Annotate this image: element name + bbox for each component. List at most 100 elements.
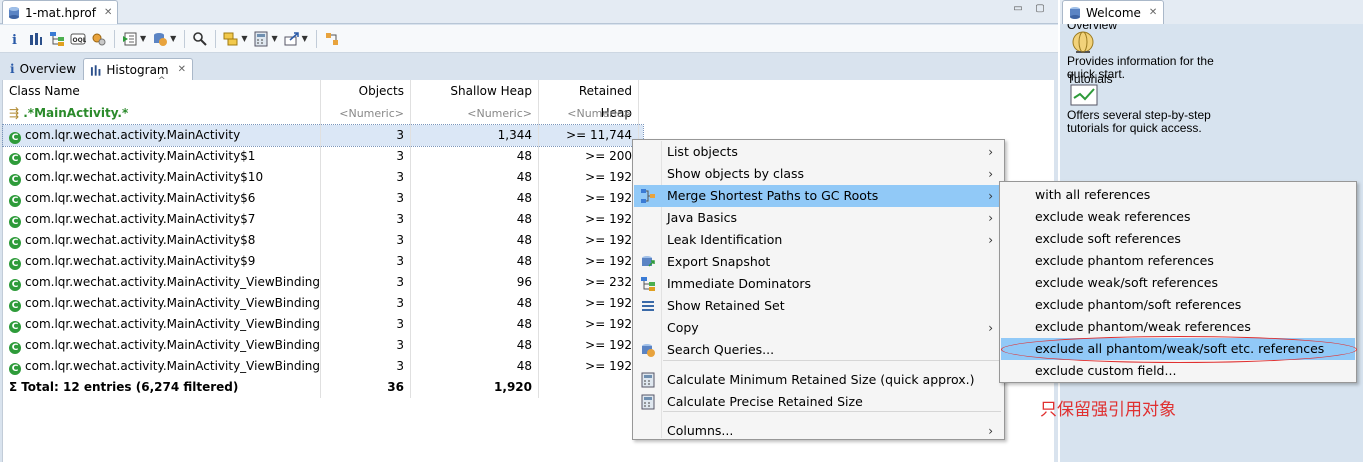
- close-icon[interactable]: ✕: [1149, 7, 1157, 18]
- shallow-heap-cell: 48: [411, 335, 539, 356]
- submenu-item-with-all-references[interactable]: with all references: [1001, 184, 1355, 206]
- search-icon[interactable]: [191, 30, 209, 48]
- objects-cell: 3: [321, 251, 411, 272]
- objects-cell: 3: [321, 293, 411, 314]
- table-row[interactable]: Ccom.lqr.wechat.activity.MainActivity$8 3…: [3, 230, 643, 251]
- menu-item-merge-shortest-paths-to-gc-roots[interactable]: Merge Shortest Paths to GC Roots ›: [634, 185, 1003, 207]
- submenu-item-exclude-custom-field[interactable]: exclude custom field...: [1001, 360, 1355, 382]
- table-row[interactable]: Ccom.lqr.wechat.activity.MainActivity$1 3…: [3, 146, 643, 167]
- submenu-item-label: exclude phantom/soft references: [1035, 297, 1242, 312]
- chevron-down-icon[interactable]: ▼: [241, 34, 247, 43]
- class-name-cell: Ccom.lqr.wechat.activity.MainActivity: [3, 125, 321, 146]
- table-row[interactable]: Ccom.lqr.wechat.activity.MainActivity$9 3…: [3, 251, 643, 272]
- file-tab[interactable]: 1-mat.hprof ✕: [2, 0, 118, 24]
- table-header: Class Name Objects Shallow Heap Retained…: [3, 76, 643, 120]
- gears-icon[interactable]: [90, 30, 108, 48]
- menu-item-show-objects-by-class[interactable]: Show objects by class ›: [634, 163, 1003, 185]
- retained-heap-cell: >= 192: [539, 335, 639, 356]
- group-by-icon[interactable]: [222, 30, 240, 48]
- menu-item-copy[interactable]: Copy ›: [634, 317, 1003, 339]
- submenu-item-exclude-weak-soft-references[interactable]: exclude weak/soft references: [1001, 272, 1355, 294]
- shallow-heap-cell: 48: [411, 251, 539, 272]
- submenu-item-exclude-phantom-soft-references[interactable]: exclude phantom/soft references: [1001, 294, 1355, 316]
- menu-item-java-basics[interactable]: Java Basics ›: [634, 207, 1003, 229]
- submenu-item-exclude-phantom-weak-references[interactable]: exclude phantom/weak references: [1001, 316, 1355, 338]
- chevron-down-icon[interactable]: ▼: [302, 34, 308, 43]
- shallow-filter-input[interactable]: <Numeric>: [411, 102, 539, 125]
- table-row[interactable]: Ccom.lqr.wechat.activity.MainActivity_Vi…: [3, 272, 643, 293]
- table-row[interactable]: Ccom.lqr.wechat.activity.MainActivity 3 1,…: [2, 124, 644, 147]
- dominator-tree-icon[interactable]: [48, 30, 66, 48]
- chevron-down-icon[interactable]: ▼: [271, 34, 277, 43]
- retained-filter-input[interactable]: <Numeric>: [539, 102, 639, 125]
- histogram-icon: [90, 64, 101, 76]
- submenu-item-exclude-phantom-references[interactable]: exclude phantom references: [1001, 250, 1355, 272]
- minimize-icon[interactable]: ▭: [1012, 4, 1024, 14]
- query-browser-icon[interactable]: [151, 30, 169, 48]
- column-header-retained-heap[interactable]: Retained Heap: [539, 80, 639, 120]
- table-row[interactable]: Ccom.lqr.wechat.activity.MainActivity_Vi…: [3, 335, 643, 356]
- maximize-icon[interactable]: ▢: [1034, 4, 1046, 14]
- oql-icon[interactable]: OQL: [69, 30, 87, 48]
- export-icon[interactable]: [283, 30, 301, 48]
- submenu-item-exclude-soft-references[interactable]: exclude soft references: [1001, 228, 1355, 250]
- menu-item-label: Merge Shortest Paths to GC Roots: [667, 188, 879, 203]
- table-row[interactable]: Ccom.lqr.wechat.activity.MainActivity_Vi…: [3, 314, 643, 335]
- submenu-item-exclude-weak-references[interactable]: exclude weak references: [1001, 206, 1355, 228]
- class-icon: C: [9, 321, 21, 333]
- class-name: com.lqr.wechat.activity.MainActivity: [25, 128, 241, 142]
- table-row[interactable]: Ccom.lqr.wechat.activity.MainActivity$7 3…: [3, 209, 643, 230]
- menu-item-calculate-precise-retained-size[interactable]: Calculate Precise Retained Size: [634, 391, 1003, 413]
- objects-cell: 3: [321, 314, 411, 335]
- menu-item-show-retained-set[interactable]: Show Retained Set: [634, 295, 1003, 317]
- chevron-down-icon[interactable]: ▼: [140, 34, 146, 43]
- overview-globe-icon[interactable]: [1070, 30, 1096, 56]
- histogram-icon[interactable]: [27, 30, 45, 48]
- tab-overview[interactable]: i Overview: [4, 58, 82, 80]
- close-icon[interactable]: ✕: [178, 64, 186, 75]
- filter-icon: ⇶: [9, 106, 20, 120]
- menu-item-leak-identification[interactable]: Leak Identification ›: [634, 229, 1003, 251]
- shallow-heap-cell: 48: [411, 167, 539, 188]
- class-name: com.lqr.wechat.activity.MainActivity_Vie…: [25, 317, 321, 331]
- compare-icon[interactable]: [323, 30, 341, 48]
- total-label: Total: 12 entries (6,274 filtered): [21, 380, 239, 394]
- class-filter-input[interactable]: ⇶ .*MainActivity.*: [3, 102, 321, 125]
- tab-histogram[interactable]: Histogram ✕: [83, 58, 193, 80]
- submenu-item-label: exclude weak/soft references: [1035, 275, 1218, 290]
- menu-item-list-objects[interactable]: List objects ›: [634, 141, 1003, 163]
- table-row[interactable]: Ccom.lqr.wechat.activity.MainActivity_Vi…: [3, 356, 643, 377]
- menu-item-export-snapshot[interactable]: Export Snapshot: [634, 251, 1003, 273]
- overview-description: Provides information for the: [1067, 54, 1214, 68]
- column-header-objects[interactable]: Objects: [321, 80, 411, 102]
- chevron-down-icon[interactable]: ▼: [170, 34, 176, 43]
- objects-filter-input[interactable]: <Numeric>: [321, 102, 411, 125]
- retained-heap-cell: >= 192: [539, 167, 639, 188]
- menu-item-columns[interactable]: Columns... ›: [634, 420, 1003, 442]
- menu-item-search-queries[interactable]: Search Queries...: [634, 339, 1003, 361]
- run-report-icon[interactable]: [121, 30, 139, 48]
- menu-item-calculate-minimum-retained-size-quick-approx[interactable]: Calculate Minimum Retained Size (quick a…: [634, 369, 1003, 391]
- column-header-shallow-heap[interactable]: Shallow Heap: [411, 80, 539, 102]
- class-name: com.lqr.wechat.activity.MainActivity$10: [25, 170, 264, 184]
- class-icon: C: [9, 174, 21, 186]
- class-name-cell: Ccom.lqr.wechat.activity.MainActivity$7: [3, 209, 321, 230]
- table-row[interactable]: Ccom.lqr.wechat.activity.MainActivity$10…: [3, 167, 643, 188]
- info-icon[interactable]: i: [6, 30, 24, 48]
- tab-welcome[interactable]: Welcome ✕: [1062, 0, 1164, 24]
- menu-item-label: List objects: [667, 144, 738, 159]
- table-row[interactable]: Ccom.lqr.wechat.activity.MainActivity$6 3…: [3, 188, 643, 209]
- class-name-cell: Ccom.lqr.wechat.activity.MainActivity$8: [3, 230, 321, 251]
- calculator-icon[interactable]: [252, 30, 270, 48]
- submenu-item-label: exclude custom field...: [1035, 363, 1177, 378]
- close-icon[interactable]: ✕: [104, 7, 112, 18]
- retained-heap-cell: >= 192: [539, 230, 639, 251]
- objects-cell: 3: [321, 209, 411, 230]
- table-row[interactable]: Ccom.lqr.wechat.activity.MainActivity_Vi…: [3, 293, 643, 314]
- class-icon: C: [9, 258, 21, 270]
- class-icon: C: [9, 195, 21, 207]
- menu-item-immediate-dominators[interactable]: Immediate Dominators: [634, 273, 1003, 295]
- objects-cell: 3: [321, 230, 411, 251]
- objects-cell: 3: [321, 335, 411, 356]
- tutorials-chart-icon[interactable]: [1070, 84, 1098, 106]
